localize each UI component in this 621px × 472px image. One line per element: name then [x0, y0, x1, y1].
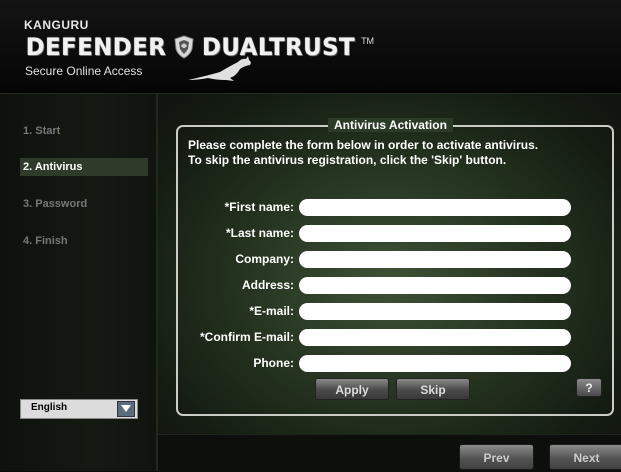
tagline: Secure Online Access — [25, 64, 143, 78]
first-name-label: *First name: — [224, 200, 294, 214]
confirm-email-label: *Confirm E-mail: — [199, 330, 294, 344]
sidebar-step-antivirus: 2. Antivirus — [20, 158, 148, 176]
installer-window: KANGURU DEFENDER DUALTRUST TM Secure Onl… — [0, 0, 621, 472]
help-button[interactable]: ? — [576, 378, 602, 397]
instruction-line-2: To skip the antivirus registration, clic… — [188, 153, 507, 167]
kangaroo-icon — [188, 56, 251, 81]
instruction-line-1: Please complete the form below in order … — [188, 138, 539, 152]
phone-label: Phone: — [253, 356, 294, 370]
instructions: Please complete the form below in order … — [188, 138, 538, 168]
apply-button[interactable]: Apply — [315, 378, 389, 400]
prev-button[interactable]: Prev — [459, 444, 534, 470]
sidebar-step-start: 1. Start — [23, 125, 61, 137]
brand-top-text: KANGURU — [24, 18, 89, 32]
panel-title: Antivirus Activation — [328, 118, 453, 132]
first-name-field[interactable] — [299, 199, 571, 216]
company-field[interactable] — [299, 251, 571, 268]
email-field[interactable] — [299, 303, 571, 320]
skip-button[interactable]: Skip — [396, 378, 470, 400]
phone-field[interactable] — [299, 355, 571, 372]
language-select[interactable]: English — [20, 399, 138, 419]
trademark-text: TM — [361, 36, 375, 46]
footer: Prev Next — [158, 434, 621, 472]
last-name-field[interactable] — [299, 225, 571, 242]
header: KANGURU DEFENDER DUALTRUST TM Secure Onl… — [0, 0, 621, 94]
company-label: Company: — [235, 252, 294, 266]
sidebar-step-finish: 4. Finish — [23, 235, 68, 247]
address-field[interactable] — [299, 277, 571, 294]
chevron-down-icon[interactable] — [117, 401, 135, 417]
last-name-label: *Last name: — [225, 226, 294, 240]
language-value: English — [31, 402, 68, 413]
next-button[interactable]: Next — [549, 444, 621, 470]
sidebar: 1. Start 2. Antivirus 3. Password 4. Fin… — [0, 94, 158, 471]
address-label: Address: — [241, 278, 294, 292]
confirm-email-field[interactable] — [299, 329, 571, 346]
antivirus-form-panel: Antivirus Activation Please complete the… — [176, 118, 614, 416]
email-label: *E-mail: — [249, 304, 294, 318]
sidebar-step-password: 3. Password — [23, 198, 88, 210]
main-content: Antivirus Activation Please complete the… — [158, 94, 621, 434]
brand-left-text: DEFENDER — [25, 33, 167, 61]
